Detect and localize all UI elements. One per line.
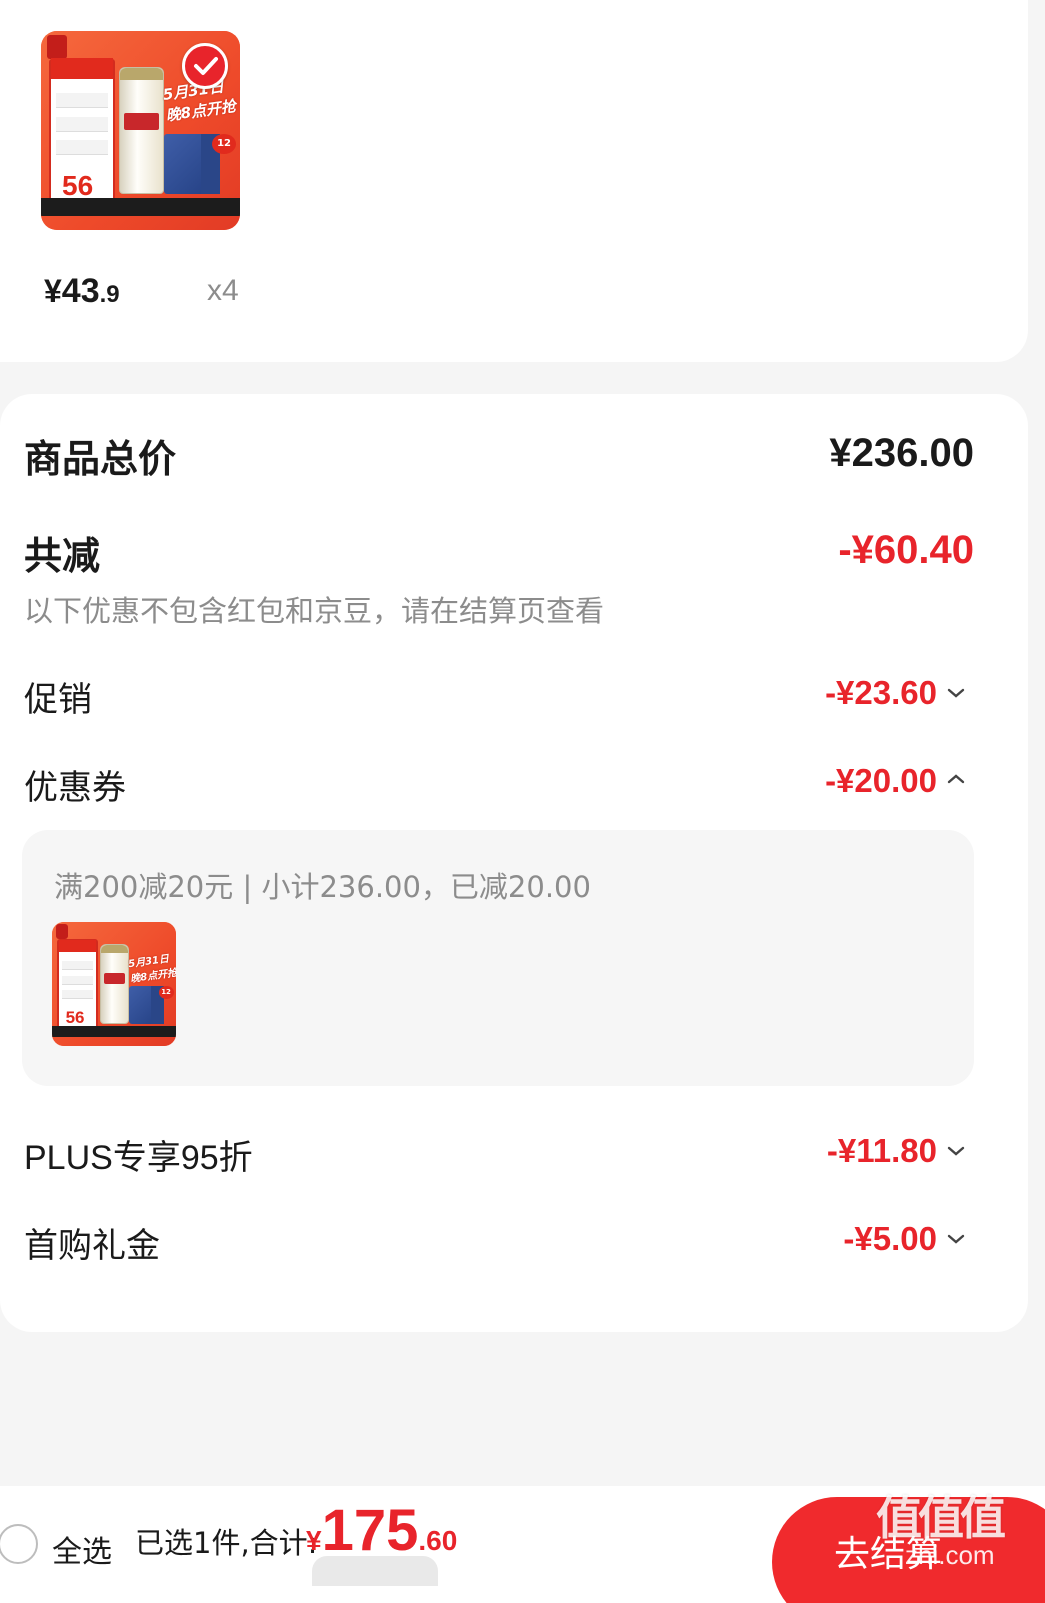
first-purchase-label: 首购礼金 <box>24 1226 160 1266</box>
coupon-value: -¥20.00 <box>825 762 937 799</box>
coupon-detail-text: 满200减20元 | 小计236.00，已减20.00 <box>54 870 591 904</box>
chevron-up-icon <box>947 774 965 784</box>
watermark-url: zhi.com <box>905 1540 995 1570</box>
selected-count-text: 已选1件,合计: <box>135 1526 318 1560</box>
chevron-down-icon <box>947 688 965 698</box>
price-decimal: .9 <box>99 281 120 308</box>
coupon-detail-panel: 满200减20元 | 小计236.00，已减20.00 56 12 5月31日晚… <box>22 830 974 1086</box>
promotion-label: 促销 <box>24 680 92 720</box>
order-total: ¥175.60 <box>306 1497 457 1564</box>
plus-discount-value: -¥11.80 <box>826 1132 937 1169</box>
select-all-label[interactable]: 全选 <box>52 1527 112 1571</box>
coupon-product-image[interactable]: 56 12 5月31日 晚8点开抢 <box>52 922 176 1046</box>
first-purchase-value: -¥5.00 <box>843 1220 937 1257</box>
discount-note: 以下优惠不包含红包和京豆，请在结算页查看 <box>24 594 605 628</box>
total-price-value: ¥236.00 <box>829 431 974 475</box>
promotion-value: -¥23.60 <box>825 674 937 711</box>
total-integer: 175 <box>321 1498 419 1563</box>
watermark-logo: 值值值 <box>876 1491 1006 1545</box>
total-currency: ¥ <box>306 1525 322 1556</box>
price-currency: ¥ <box>44 273 62 309</box>
selected-check-icon[interactable] <box>182 43 228 89</box>
product-price: ¥43.9 <box>44 272 120 311</box>
chevron-down-icon <box>947 1234 965 1244</box>
product-quantity: x4 <box>207 274 239 307</box>
plus-discount-label: PLUS专享95折 <box>24 1139 253 1177</box>
coupon-label: 优惠券 <box>24 768 126 808</box>
home-indicator <box>312 1556 438 1586</box>
total-decimal: .60 <box>418 1525 458 1556</box>
total-reduction-value: -¥60.40 <box>838 528 974 572</box>
total-price-label: 商品总价 <box>24 437 177 481</box>
total-reduction-label: 共减 <box>24 534 101 578</box>
price-integer: 43 <box>61 272 100 310</box>
chevron-down-icon <box>947 1146 965 1156</box>
